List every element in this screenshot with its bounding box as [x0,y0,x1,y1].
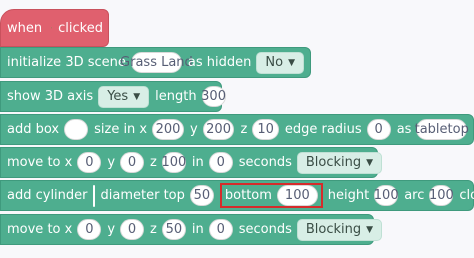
y-input[interactable]: 0 [120,219,145,240]
block-label: initialize 3D scene [7,55,126,70]
diameter-top-input[interactable]: 50 [189,185,214,206]
seconds-label: seconds [238,155,292,170]
chevron-down-icon: ▼ [133,91,141,102]
z-label: z [150,155,157,170]
bottom-label: bottom [224,188,272,203]
block-label: add box [7,122,60,137]
z-label: z [240,122,248,137]
y-input[interactable]: 0 [120,152,145,173]
scene-name-input[interactable]: Grass Land [120,52,193,73]
move-to-block[interactable]: move to x 0 y 0 z 50 in 0 seconds Blocki… [0,214,383,245]
diameter-top-label: diameter top [100,188,185,203]
diameter-bottom-input[interactable]: 100 [276,185,318,206]
y-label: y [189,122,198,137]
edge-radius-label: edge radius [284,122,362,137]
clicked-label: clicked [58,20,103,36]
block-label: move to x [7,222,73,237]
add-box-block[interactable]: add box size in x 200 y 200 z 10 edge ra… [0,114,474,145]
seconds-input[interactable]: 0 [208,219,233,240]
axis-dropdown[interactable]: Yes ▼ [98,85,150,108]
block-label: show 3D axis [7,89,94,104]
height-input[interactable]: 100 [374,185,399,206]
in-label: in [191,155,204,170]
mode-dropdown[interactable]: Blocking ▼ [296,151,383,174]
in-label: in [191,222,204,237]
arc-input[interactable]: 100 [429,185,454,206]
seconds-input[interactable]: 0 [208,152,233,173]
chevron-down-icon: ▼ [366,157,374,168]
show-3d-axis-block[interactable]: show 3D axis Yes ▼ length 300 [0,81,226,112]
when-label: when [7,20,43,36]
size-y-input[interactable]: 200 [202,119,235,140]
green-flag-icon [51,27,52,29]
chevron-down-icon: ▼ [288,57,295,68]
size-x-input[interactable]: 200 [152,119,184,140]
x-input[interactable]: 0 [77,152,102,173]
y-label: y [107,155,116,170]
object-name-input[interactable]: tabletop [415,119,469,140]
edge-radius-input[interactable]: 0 [366,119,391,140]
arc-label: arc [404,188,425,203]
block-label: move to x [7,155,73,170]
mode-dropdown[interactable]: Blocking ▼ [296,218,383,241]
add-cylinder-block[interactable]: add cylinder diameter top 50 bottom 100 … [0,180,474,211]
z-input[interactable]: 50 [161,219,186,240]
length-input[interactable]: 300 [201,86,226,107]
as-label: as [396,122,412,137]
x-input[interactable]: 0 [77,219,102,240]
y-label: y [107,222,116,237]
block-label: add cylinder [7,188,88,203]
size-label: size in x [94,122,148,137]
hidden-label: as hidden [187,55,252,70]
initialize-3d-scene-block[interactable]: initialize 3D scene Grass Land as hidden… [0,47,311,78]
seconds-label: seconds [238,222,292,237]
bottom-highlight-box: bottom 100 [219,183,323,208]
box-color-picker[interactable] [64,119,89,140]
move-to-block[interactable]: move to x 0 y 0 z 100 in 0 seconds Block… [0,147,383,178]
clos-label: clos [459,188,474,203]
chevron-down-icon: ▼ [366,224,374,235]
hidden-dropdown[interactable]: No ▼ [256,51,304,74]
size-z-input[interactable]: 10 [252,119,279,140]
cylinder-color-picker[interactable] [92,184,95,207]
z-label: z [150,222,157,237]
length-label: length [155,89,197,104]
z-input[interactable]: 100 [161,152,186,173]
when-flag-clicked-block[interactable]: when clicked [0,9,109,47]
height-label: height [327,188,370,203]
